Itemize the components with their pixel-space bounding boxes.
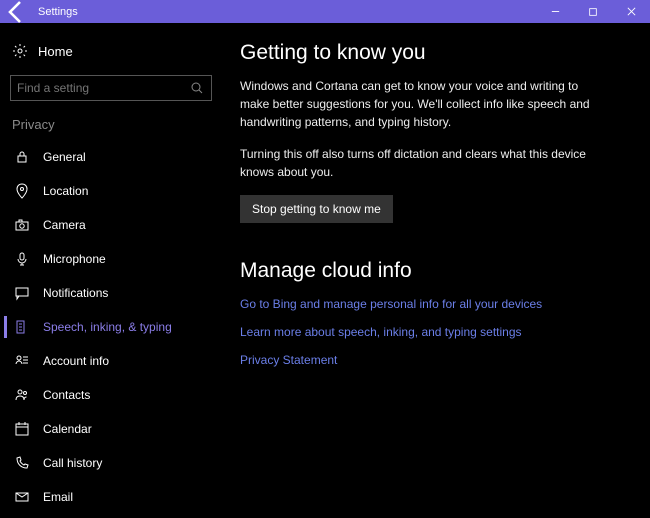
email-icon: [14, 489, 30, 505]
sidebar-item-account-info[interactable]: Account info: [0, 344, 222, 378]
phone-icon: [14, 455, 30, 471]
back-button[interactable]: [0, 0, 32, 23]
sidebar-item-speech-inking-typing[interactable]: Speech, inking, & typing: [0, 310, 222, 344]
sidebar-item-label: Microphone: [43, 252, 106, 266]
section-label: Privacy: [0, 115, 222, 140]
sidebar-item-label: Calendar: [43, 422, 92, 436]
window-title: Settings: [32, 6, 78, 18]
page-heading: Getting to know you: [240, 41, 628, 65]
lock-icon: [14, 149, 30, 165]
description-text: Windows and Cortana can get to know your…: [240, 77, 610, 131]
home-button[interactable]: Home: [0, 35, 222, 67]
stop-getting-to-know-me-button[interactable]: Stop getting to know me: [240, 195, 393, 223]
location-icon: [14, 183, 30, 199]
bing-personal-info-link[interactable]: Go to Bing and manage personal info for …: [240, 297, 628, 311]
section-heading: Manage cloud info: [240, 259, 628, 283]
camera-icon: [14, 217, 30, 233]
microphone-icon: [14, 251, 30, 267]
titlebar: Settings: [0, 0, 650, 23]
sidebar-item-notifications[interactable]: Notifications: [0, 276, 222, 310]
sidebar-item-label: Speech, inking, & typing: [43, 320, 172, 334]
sidebar-item-label: Contacts: [43, 388, 90, 402]
maximize-button[interactable]: [574, 0, 612, 23]
home-label: Home: [38, 44, 73, 59]
sidebar-item-label: Notifications: [43, 286, 108, 300]
sidebar-item-call-history[interactable]: Call history: [0, 446, 222, 480]
sidebar-item-contacts[interactable]: Contacts: [0, 378, 222, 412]
account-icon: [14, 353, 30, 369]
sidebar-item-general[interactable]: General: [0, 140, 222, 174]
description-text: Turning this off also turns off dictatio…: [240, 145, 610, 181]
learn-more-link[interactable]: Learn more about speech, inking, and typ…: [240, 325, 628, 339]
minimize-button[interactable]: [536, 0, 574, 23]
sidebar-item-label: Account info: [43, 354, 109, 368]
privacy-statement-link[interactable]: Privacy Statement: [240, 353, 628, 367]
window-controls: [536, 0, 650, 23]
speech-icon: [14, 319, 30, 335]
sidebar: Home Privacy General Location Camera Mic…: [0, 23, 222, 518]
calendar-icon: [14, 421, 30, 437]
sidebar-item-label: Location: [43, 184, 88, 198]
sidebar-item-location[interactable]: Location: [0, 174, 222, 208]
sidebar-item-label: General: [43, 150, 86, 164]
search-input[interactable]: [17, 81, 189, 95]
close-button[interactable]: [612, 0, 650, 23]
main-content: Getting to know you Windows and Cortana …: [222, 23, 650, 518]
sidebar-item-tasks[interactable]: Tasks: [0, 514, 222, 518]
sidebar-item-email[interactable]: Email: [0, 480, 222, 514]
notifications-icon: [14, 285, 30, 301]
sidebar-item-label: Call history: [43, 456, 102, 470]
sidebar-item-label: Camera: [43, 218, 86, 232]
sidebar-item-calendar[interactable]: Calendar: [0, 412, 222, 446]
search-icon: [189, 80, 205, 96]
search-box[interactable]: [10, 75, 212, 101]
contacts-icon: [14, 387, 30, 403]
sidebar-item-microphone[interactable]: Microphone: [0, 242, 222, 276]
gear-icon: [12, 43, 28, 59]
sidebar-item-label: Email: [43, 490, 73, 504]
sidebar-item-camera[interactable]: Camera: [0, 208, 222, 242]
